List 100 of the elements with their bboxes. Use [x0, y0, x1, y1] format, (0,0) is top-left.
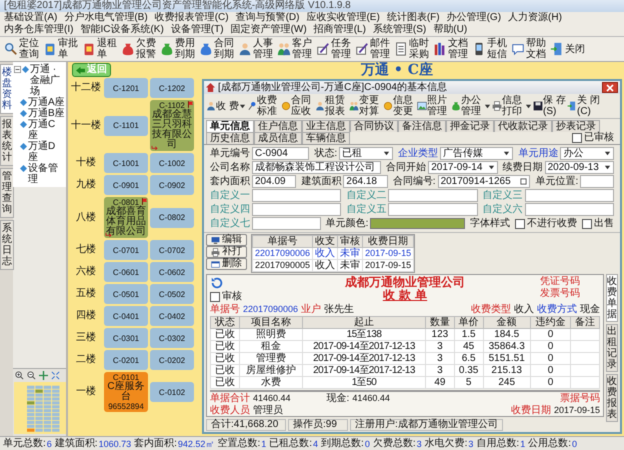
tab[interactable]: 历史信息 — [206, 132, 254, 144]
unit-tile[interactable]: C-0801 成都喜育体育用品有限公司 — [104, 197, 148, 238]
table-cell[interactable]: 收入 — [312, 260, 338, 272]
unit-tile[interactable]: C-0201 — [104, 350, 148, 370]
side-tab[interactable]: 出租记录 — [606, 324, 618, 372]
toolbar-button[interactable]: 照片管理 — [417, 95, 450, 117]
tree-item[interactable]: 万通B座 — [28, 108, 65, 119]
table-cell[interactable]: 22017090005 — [252, 260, 313, 272]
toolbar-button[interactable]: 收费标准 — [247, 95, 280, 117]
close-button[interactable] — [602, 82, 618, 93]
text-field[interactable] — [252, 217, 321, 230]
text-field[interactable] — [524, 189, 614, 202]
text-field[interactable] — [388, 189, 478, 202]
text-field[interactable] — [524, 203, 614, 216]
fit-icon[interactable] — [51, 371, 60, 380]
action-button[interactable]: 补打 — [206, 246, 247, 258]
picker-icon[interactable] — [520, 178, 528, 185]
menu-item[interactable]: 智能IC设备系统(K) — [80, 24, 164, 36]
unit-tile[interactable]: C-0901 — [104, 175, 148, 195]
table-cell[interactable]: 未审 — [338, 260, 363, 272]
menu-item[interactable]: 办公管理(G) — [446, 12, 502, 24]
table-cell[interactable]: 22017090006 — [252, 248, 313, 260]
toolbar-button[interactable]: 定位查询 — [3, 38, 40, 60]
unit-tile[interactable]: C-0702 — [150, 240, 194, 260]
menu-item[interactable]: 人力资源(H) — [508, 12, 562, 24]
unit-tile[interactable]: C-1101 — [104, 116, 148, 136]
menu-item[interactable]: 基础设置(A) — [4, 12, 58, 24]
text-field[interactable] — [388, 203, 478, 216]
tree-item[interactable]: 设备管理 — [28, 163, 65, 185]
toolbar-button[interactable]: 合同到期 — [198, 38, 235, 60]
menu-item[interactable]: 收费报表管理(C) — [154, 12, 229, 24]
unit-tile[interactable]: C-0101 C座服务台 96552894 — [104, 372, 148, 412]
toolbar-button[interactable]: 欠费报警 — [120, 38, 157, 60]
table-cell[interactable]: 2017-09-15 — [362, 260, 414, 272]
tab[interactable]: 抄表记录 — [552, 120, 600, 132]
toolbar-button[interactable]: 合同应收 — [281, 95, 314, 117]
checkbox[interactable] — [572, 133, 582, 143]
tab[interactable]: 代收款记录 — [494, 120, 552, 132]
toolbar-button[interactable]: 关 闭(C) — [567, 95, 600, 117]
unit-tile[interactable]: C-0601 — [104, 262, 148, 282]
tab[interactable]: 合同协议 — [350, 120, 398, 132]
text-field[interactable] — [580, 175, 614, 188]
action-button[interactable]: 删除 — [206, 258, 247, 270]
toolbar-button[interactable]: 保 存(S) — [533, 95, 566, 117]
unit-tile[interactable]: C-0302 — [150, 328, 194, 348]
menu-item[interactable]: 招商管理(L) — [314, 24, 366, 36]
menu-item[interactable]: 系统管理(S) — [372, 24, 426, 36]
text-field[interactable]: 20170914-1265 — [438, 175, 530, 188]
tab[interactable]: 押金记录 — [446, 120, 494, 132]
menu-item[interactable]: 统计图表(F) — [386, 12, 440, 24]
dropdown[interactable]: 广告传媒 — [440, 147, 514, 160]
unit-tile[interactable]: C-1102 成都金慧三只羽科技有限公司 — [150, 100, 194, 151]
toolbar-button[interactable]: 手机短信 — [471, 38, 508, 60]
checkbox[interactable] — [515, 218, 525, 228]
text-field[interactable]: C-0904 — [252, 147, 310, 160]
unit-tile[interactable]: C-0401 — [104, 306, 148, 326]
unit-tile[interactable]: C-0102 — [150, 382, 194, 402]
tab[interactable]: 单元信息 — [206, 120, 254, 132]
toolbar-button[interactable]: 信息打印 — [492, 95, 532, 117]
dropdown[interactable]: 已租 — [339, 147, 393, 160]
text-field[interactable] — [252, 189, 342, 202]
menu-item[interactable]: 帮助(U) — [433, 24, 468, 36]
toolbar-button[interactable]: 临时采购 — [393, 38, 430, 60]
tab[interactable]: 成员信息 — [254, 132, 302, 144]
menu-item[interactable]: 设备管理(T) — [170, 24, 224, 36]
toolbar-button[interactable]: 客户管理 — [276, 38, 313, 60]
side-tab[interactable]: 报表统计 — [0, 116, 14, 166]
dropdown[interactable]: 2017-09-14 — [428, 161, 498, 174]
move-icon[interactable] — [39, 371, 48, 380]
refresh-icon[interactable] — [210, 276, 224, 290]
unit-tile[interactable]: C-0802 — [150, 208, 194, 228]
color-swatch[interactable] — [370, 218, 465, 229]
menu-item[interactable]: 应收实收管理(E) — [306, 12, 380, 24]
unit-tile[interactable]: C-0602 — [150, 262, 194, 282]
table-cell[interactable]: 收入 — [312, 248, 338, 260]
tree-item[interactable]: 万通C座 — [28, 119, 65, 141]
menu-item[interactable]: 内务仓库管理(I) — [4, 24, 74, 36]
text-field[interactable] — [252, 203, 342, 216]
table-cell[interactable]: 未审 — [338, 248, 363, 260]
menu-item[interactable]: 固定资产管理(W) — [230, 24, 307, 36]
side-tab[interactable]: 收费单据 — [606, 274, 618, 322]
toolbar-button[interactable]: 任务管理 — [315, 38, 352, 60]
unit-tile[interactable]: C-0902 — [150, 175, 194, 195]
tab[interactable]: 住户信息 — [254, 120, 302, 132]
toolbar-button[interactable]: 审批单 — [42, 38, 79, 60]
tree-item[interactable]: 万通D座 — [28, 141, 65, 163]
text-field[interactable]: 264.18 — [343, 175, 388, 188]
toolbar-button[interactable]: 退租单 — [81, 38, 118, 60]
toolbar-button[interactable]: 关闭 — [549, 38, 586, 60]
checkbox[interactable] — [210, 292, 220, 302]
dropdown[interactable]: 2020-09-13 — [544, 161, 614, 174]
toolbar-button[interactable]: 人事管理 — [237, 38, 274, 60]
toolbar-button[interactable]: 办公管理 — [451, 95, 491, 117]
checkbox[interactable] — [582, 218, 592, 228]
unit-tile[interactable]: C-1002 — [150, 153, 194, 173]
table-cell[interactable]: 2017-09-15 — [362, 248, 414, 260]
unit-tile[interactable]: C-0501 — [104, 284, 148, 304]
side-tab[interactable]: 楼盘资料 — [0, 64, 14, 114]
side-tab[interactable]: 管理查询 — [0, 168, 14, 218]
menu-item[interactable]: 分户水电气管理(B) — [64, 12, 148, 24]
